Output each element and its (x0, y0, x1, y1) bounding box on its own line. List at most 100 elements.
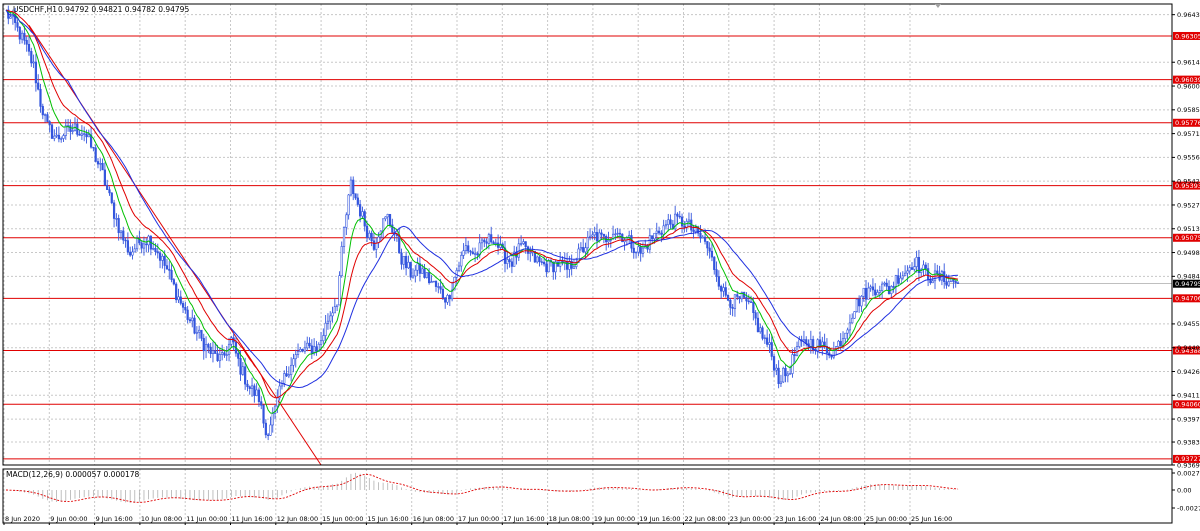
candle-body (71, 130, 74, 132)
candle-body (331, 312, 334, 317)
candle-body (448, 295, 451, 300)
price-chart[interactable]: 0.96305 0.96039 0.95776 0.95393 0.95075 0.947… (0, 0, 1200, 527)
candle-body (101, 163, 104, 171)
candle-body (48, 121, 51, 126)
price-tick-label: 0.94550 (1177, 320, 1200, 328)
candle-body (736, 294, 739, 297)
candle-body (487, 234, 491, 244)
candle-body (257, 389, 261, 402)
candle-body (124, 239, 127, 242)
candle-body (306, 342, 309, 349)
macd-tick-label: -0.00277 (1177, 504, 1200, 512)
candle-body (43, 114, 47, 116)
time-tick-label: 9 Jun 00:00 (50, 515, 87, 523)
price-tick-label: 0.93690 (1177, 461, 1200, 469)
candle-body (657, 230, 661, 234)
candle-body (862, 287, 865, 297)
candle-body (106, 184, 109, 190)
candle-body (23, 32, 26, 41)
candle-body (595, 232, 599, 242)
candle-body (32, 61, 35, 64)
candle-body (779, 381, 783, 384)
candle-body (60, 138, 63, 140)
candle-body (27, 43, 31, 52)
candle-body (87, 134, 90, 138)
candle-body (809, 339, 812, 347)
candle-body (434, 280, 438, 287)
candle-body (798, 339, 801, 347)
candle-body (225, 354, 228, 356)
candle-body (237, 352, 240, 359)
candle-body (214, 350, 217, 354)
price-tick-label: 0.94115 (1177, 392, 1200, 400)
candle-body (653, 232, 656, 240)
time-tick-label: 10 Jun 08:00 (141, 515, 182, 523)
candle-body (326, 320, 330, 324)
candle-body (177, 296, 180, 301)
level-price-label: 0.95075 (1175, 234, 1200, 242)
candle-body (883, 282, 886, 285)
candle-body (457, 265, 461, 271)
price-tick-label: 0.93970 (1177, 415, 1200, 423)
candle-body (910, 267, 914, 270)
candle-body (30, 51, 33, 64)
candle-body (897, 275, 900, 284)
candle-body (99, 163, 102, 165)
candle-body (241, 366, 244, 375)
candle-body (133, 248, 136, 253)
candle-body (62, 135, 65, 139)
candle-body (915, 257, 918, 267)
candle-body (372, 240, 376, 250)
candle-body (423, 268, 426, 278)
candle-body (303, 347, 307, 352)
candle-body (864, 287, 868, 300)
candle-body (713, 256, 716, 270)
candle-body (869, 286, 872, 289)
candle-body (368, 232, 371, 238)
candle-body (699, 232, 702, 239)
price-tick-label: 0.95710 (1177, 130, 1200, 138)
candle-body (115, 218, 118, 220)
candle-body (490, 234, 493, 243)
candle-body (639, 246, 642, 254)
candle-body (260, 401, 263, 406)
candle-body (324, 322, 327, 336)
candle-body (402, 255, 405, 265)
level-price-label: 0.95776 (1175, 119, 1200, 127)
candle-body (80, 133, 83, 136)
candle-body (370, 232, 373, 242)
candle-body (85, 133, 88, 138)
candle-body (855, 298, 858, 312)
candle-body (878, 290, 881, 293)
candle-body (267, 434, 270, 436)
time-tick-label: 11 Jun 16:00 (232, 515, 273, 523)
candle-body (871, 286, 875, 291)
candle-body (600, 232, 603, 235)
candle-body (738, 296, 741, 300)
candle-body (34, 61, 37, 84)
candle-body (837, 340, 840, 347)
candle-body (345, 214, 348, 228)
candle-body (616, 232, 619, 235)
candle-body (407, 261, 410, 269)
candle-body (108, 189, 111, 194)
price-tick-label: 0.96145 (1177, 59, 1200, 67)
candle-body (195, 331, 198, 334)
candle-body (285, 373, 288, 377)
candle-body (731, 307, 734, 309)
chart-svg[interactable]: 0.963050.960390.957760.953930.950750.947… (0, 0, 1200, 527)
candle-body (936, 270, 939, 274)
candle-body (483, 239, 486, 243)
candle-body (207, 344, 210, 348)
candle-body (816, 339, 819, 351)
candle-body (168, 268, 171, 271)
candle-body (140, 242, 143, 249)
candle-body (922, 264, 925, 270)
candle-body (336, 304, 339, 308)
candle-body (485, 241, 488, 244)
price-tick-label: 0.95275 (1177, 201, 1200, 209)
candle-body (614, 233, 617, 236)
candle-body (602, 233, 605, 237)
candle-body (660, 232, 663, 235)
time-tick-label: 11 Jun 00:00 (186, 515, 227, 523)
